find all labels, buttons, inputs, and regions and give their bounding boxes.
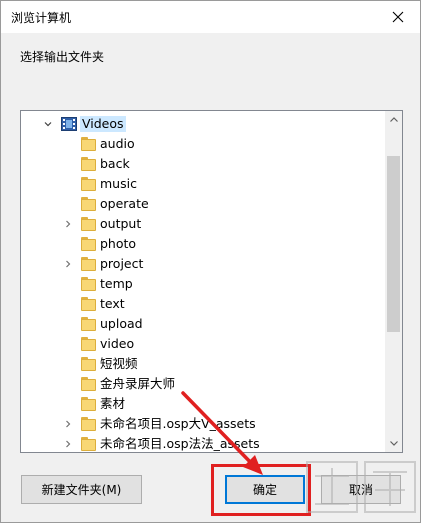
collapse-icon[interactable] bbox=[42, 114, 54, 134]
cancel-button[interactable]: 取消 bbox=[321, 475, 401, 504]
tree-item[interactable]: photo bbox=[21, 234, 386, 254]
chevron-up-icon bbox=[389, 117, 398, 122]
close-button[interactable] bbox=[376, 1, 420, 33]
folder-icon bbox=[81, 277, 97, 291]
folder-tree[interactable]: Videos audio back music operate output photo p… bbox=[20, 110, 403, 453]
tree-item-label: music bbox=[100, 176, 137, 191]
folder-icon bbox=[81, 357, 97, 371]
scrollbar-thumb[interactable] bbox=[387, 156, 400, 332]
folder-icon bbox=[81, 257, 97, 271]
scroll-up-button[interactable] bbox=[385, 111, 402, 128]
folder-icon bbox=[81, 137, 97, 151]
close-icon bbox=[392, 11, 404, 23]
tree-item[interactable]: 未命名项目.osp大V_assets bbox=[21, 414, 386, 434]
expand-icon[interactable] bbox=[62, 254, 74, 274]
chevron-down-icon bbox=[389, 441, 398, 446]
folder-icon bbox=[81, 417, 97, 431]
folder-icon bbox=[81, 397, 97, 411]
videos-folder-icon bbox=[61, 117, 77, 131]
folder-icon bbox=[81, 237, 97, 251]
folder-tree-content: Videos audio back music operate output photo p… bbox=[21, 111, 386, 452]
tree-item[interactable]: temp bbox=[21, 274, 386, 294]
tree-item-label: audio bbox=[100, 136, 135, 151]
expand-icon[interactable] bbox=[62, 214, 74, 234]
folder-icon bbox=[81, 437, 97, 451]
tree-item-label: 金舟录屏大师 bbox=[100, 376, 176, 391]
tree-item-label: upload bbox=[100, 316, 143, 331]
expand-icon[interactable] bbox=[62, 414, 74, 434]
tree-item-label: text bbox=[100, 296, 125, 311]
folder-icon bbox=[81, 297, 97, 311]
tree-item[interactable]: upload bbox=[21, 314, 386, 334]
folder-icon bbox=[81, 217, 97, 231]
dialog-prompt: 选择输出文件夹 bbox=[20, 50, 105, 64]
folder-icon bbox=[81, 377, 97, 391]
browse-folder-dialog: 浏览计算机 选择输出文件夹 Videos audio back music opera… bbox=[0, 0, 421, 523]
tree-item[interactable]: music bbox=[21, 174, 386, 194]
tree-item-label: photo bbox=[100, 236, 137, 251]
tree-item-label: video bbox=[100, 336, 135, 351]
folder-icon bbox=[81, 157, 97, 171]
tree-item[interactable]: back bbox=[21, 154, 386, 174]
folder-icon bbox=[81, 317, 97, 331]
folder-icon bbox=[81, 177, 97, 191]
tree-item-label: 未命名项目.osp法法_assets bbox=[100, 436, 260, 451]
tree-item-label: 短视频 bbox=[100, 356, 138, 371]
tree-item-label: output bbox=[100, 216, 142, 231]
expand-icon[interactable] bbox=[62, 434, 74, 452]
tree-item[interactable]: output bbox=[21, 214, 386, 234]
folder-icon bbox=[81, 337, 97, 351]
tree-item-label: temp bbox=[100, 276, 133, 291]
tree-item-label: 未命名项目.osp大V_assets bbox=[100, 416, 256, 431]
new-folder-button[interactable]: 新建文件夹(M) bbox=[21, 475, 142, 504]
scroll-down-button[interactable] bbox=[385, 435, 402, 452]
tree-item-label: project bbox=[100, 256, 144, 271]
ok-button[interactable]: 确定 bbox=[225, 475, 305, 504]
tree-item[interactable]: text bbox=[21, 294, 386, 314]
tree-item[interactable]: 短视频 bbox=[21, 354, 386, 374]
tree-item-label: Videos bbox=[80, 116, 126, 132]
tree-item-label: back bbox=[100, 156, 130, 171]
tree-item[interactable]: 素材 bbox=[21, 394, 386, 414]
window-title: 浏览计算机 bbox=[11, 11, 72, 25]
tree-item[interactable]: 金舟录屏大师 bbox=[21, 374, 386, 394]
tree-item[interactable]: audio bbox=[21, 134, 386, 154]
tree-item-videos[interactable]: Videos bbox=[21, 114, 386, 134]
title-bar: 浏览计算机 bbox=[1, 1, 420, 33]
vertical-scrollbar[interactable] bbox=[385, 111, 402, 452]
tree-item-label: operate bbox=[100, 196, 149, 211]
tree-item-label: 素材 bbox=[100, 396, 126, 411]
tree-item[interactable]: video bbox=[21, 334, 386, 354]
folder-icon bbox=[81, 197, 97, 211]
tree-item[interactable]: project bbox=[21, 254, 386, 274]
tree-item[interactable]: 未命名项目.osp法法_assets bbox=[21, 434, 386, 452]
tree-item[interactable]: operate bbox=[21, 194, 386, 214]
